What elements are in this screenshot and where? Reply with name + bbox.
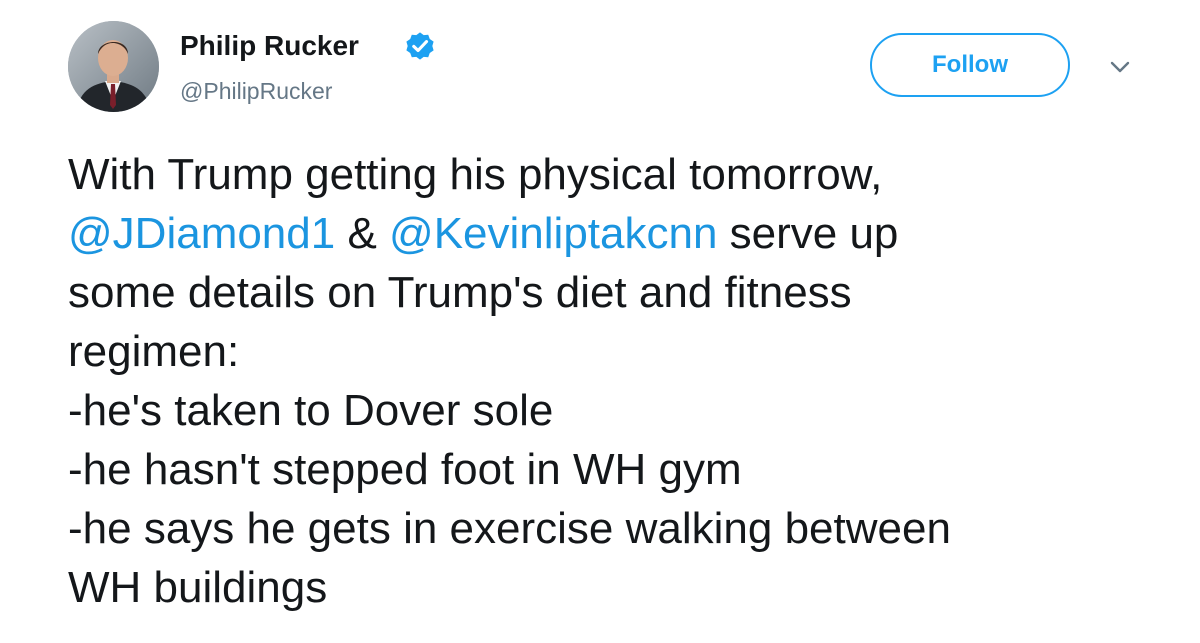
tweet-line: @JDiamond1 & @Kevinliptakcnn serve up [68,204,1178,263]
tweet-line: some details on Trump's diet and fitness [68,268,852,317]
mention-link[interactable]: @JDiamond1 [68,209,335,258]
author-handle[interactable]: @PhilipRucker [180,76,332,106]
verified-badge-icon [406,32,434,60]
tweet-line: regimen: [68,327,240,376]
chevron-down-icon[interactable] [1103,52,1137,82]
tweet-text-fragment: serve up [717,209,899,258]
tweet-line: With Trump getting his physical tomorrow… [68,150,883,199]
follow-button[interactable]: Follow [870,33,1070,97]
tweet-text: With Trump getting his physical tomorrow… [68,145,1178,617]
tweet-connector: & [335,209,390,258]
avatar[interactable] [68,21,159,112]
tweet-line: -he hasn't stepped foot in WH gym [68,445,742,494]
tweet-line: -he's taken to Dover sole [68,386,554,435]
author-name[interactable]: Philip Rucker [180,28,359,64]
tweet-line: WH buildings [68,563,328,612]
tweet-card: Philip Rucker @PhilipRucker Follow With … [0,0,1200,643]
mention-link[interactable]: @Kevinliptakcnn [389,209,717,258]
avatar-image [68,21,159,112]
tweet-line: -he says he gets in exercise walking bet… [68,504,951,553]
